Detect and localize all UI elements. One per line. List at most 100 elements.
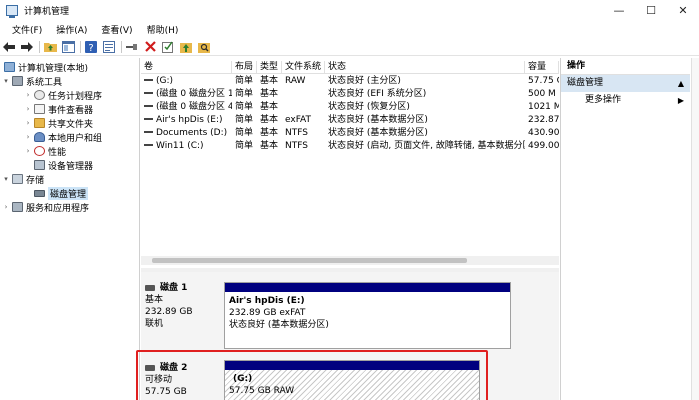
volume-row[interactable]: Air's hpDis (E:) 简单 基本 exFAT 状态良好 (基本数据分… — [141, 114, 559, 127]
connect-icon[interactable] — [125, 40, 139, 54]
submenu-arrow-icon: ▶ — [677, 96, 684, 105]
volume-icon — [144, 91, 153, 94]
volume-cell: Documents (D:) — [141, 127, 232, 140]
tree-item-event-viewer[interactable]: › 事件查看器 — [24, 102, 93, 116]
capacity-cell: 1021 M — [528, 102, 559, 112]
menu-file[interactable]: 文件(F) — [0, 23, 49, 36]
filesystem-cell: NTFS — [285, 141, 308, 151]
scrollbar-thumb[interactable] — [152, 258, 467, 263]
tree-item-label: 性能 — [48, 147, 67, 158]
column-header-filesystem[interactable]: 文件系统 — [282, 61, 325, 74]
collapse-chevron-icon[interactable]: ▾ — [2, 175, 10, 183]
volume-row[interactable]: (G:) 简单 基本 RAW 状态良好 (主分区) 57.75 G — [141, 75, 559, 88]
expand-chevron-icon[interactable]: › — [24, 147, 32, 155]
disk-size: 232.89 GB — [145, 307, 193, 317]
maximize-button[interactable]: ☐ — [635, 0, 667, 20]
volume-row[interactable]: (磁盘 0 磁盘分区 1) 简单 基本 状态良好 (EFI 系统分区) 500 … — [141, 88, 559, 101]
tree-item-storage[interactable]: ▾ 存储 — [2, 172, 44, 186]
actions-section-disk-management[interactable]: 磁盘管理 ▲ — [561, 75, 690, 92]
help-icon[interactable]: ? — [84, 40, 98, 54]
menu-view[interactable]: 查看(V) — [94, 23, 139, 36]
window-controls: — ☐ ✕ — [603, 0, 699, 20]
volume-cell: (磁盘 0 磁盘分区 4) — [141, 101, 232, 114]
tree-item-task-scheduler[interactable]: › 任务计划程序 — [24, 88, 102, 102]
disk-type: 基本 — [145, 295, 164, 305]
layout-cell: 简单 — [235, 102, 254, 112]
layout-cell: 简单 — [235, 115, 254, 125]
type-cell: 基本 — [260, 76, 279, 86]
volume-row[interactable]: Win11 (C:) 简单 基本 NTFS 状态良好 (启动, 页面文件, 故障… — [141, 140, 559, 153]
partition-header-bar — [225, 283, 510, 292]
column-header-status[interactable]: 状态 — [325, 61, 525, 74]
disk-1-info[interactable]: 磁盘 1 基本 232.89 GB 联机 — [145, 282, 221, 330]
volume-cell: Air's hpDis (E:) — [141, 114, 232, 127]
partition-status: 状态良好 (基本数据分区) — [229, 320, 329, 330]
minimize-button[interactable]: — — [603, 0, 635, 20]
expand-chevron-icon[interactable]: › — [24, 91, 32, 99]
folder-up-icon[interactable] — [43, 40, 57, 54]
tree-item-system-tools[interactable]: ▾ 系统工具 — [2, 74, 62, 88]
search-icon[interactable] — [197, 40, 211, 54]
shared-folder-icon — [34, 118, 45, 128]
filesystem-cell: NTFS — [285, 128, 308, 138]
expand-chevron-icon[interactable]: › — [24, 105, 32, 113]
collapse-up-icon[interactable]: ▲ — [678, 75, 684, 92]
back-arrow-icon[interactable] — [2, 40, 16, 54]
menu-help[interactable]: 帮助(H) — [140, 23, 186, 36]
layout-cell: 简单 — [235, 128, 254, 138]
tree-item-device-manager[interactable]: 设备管理器 — [24, 158, 93, 172]
volume-icon — [144, 130, 153, 133]
tree-item-label: 计算机管理(本地) — [18, 63, 89, 74]
tree-item-label: 本地用户和组 — [48, 133, 103, 144]
up-icon[interactable] — [179, 40, 193, 54]
tree-item-disk-management[interactable]: 磁盘管理 — [24, 186, 89, 200]
close-button[interactable]: ✕ — [667, 0, 699, 20]
tree-item-services-applications[interactable]: › 服务和应用程序 — [2, 200, 89, 214]
svg-text:?: ? — [88, 43, 93, 53]
delete-icon[interactable] — [143, 40, 157, 54]
tools-icon — [12, 76, 23, 86]
actions-pane: 操作 磁盘管理 ▲ 更多操作 ▶ — [560, 58, 690, 400]
tree-item-shared-folders[interactable]: › 共享文件夹 — [24, 116, 93, 130]
column-header-capacity[interactable]: 容量 — [525, 61, 559, 74]
show-tree-icon[interactable] — [61, 40, 75, 54]
capacity-cell: 499.00 — [528, 141, 559, 151]
device-manager-icon — [34, 160, 45, 170]
horizontal-scrollbar[interactable] — [141, 256, 559, 265]
expand-chevron-icon[interactable]: › — [2, 203, 10, 211]
volume-name: (磁盘 0 磁盘分区 4) — [156, 102, 232, 112]
more-actions-item[interactable]: 更多操作 ▶ — [561, 92, 690, 109]
task-scheduler-icon — [34, 90, 45, 100]
tree-item-label: 存储 — [26, 175, 45, 186]
volume-icon — [144, 78, 153, 81]
volume-icon — [144, 117, 153, 120]
expand-chevron-icon[interactable]: › — [24, 133, 32, 141]
collapse-chevron-icon[interactable]: ▾ — [2, 77, 10, 85]
column-header-volume[interactable]: 卷 — [141, 61, 232, 74]
volume-icon — [144, 104, 153, 107]
filesystem-cell — [282, 101, 325, 114]
tree-item-label: 任务计划程序 — [48, 91, 103, 102]
partition-e[interactable]: Air's hpDis (E:) 232.89 GB exFAT 状态良好 (基… — [224, 282, 511, 349]
tree-item-label: 事件查看器 — [48, 105, 94, 116]
computer-management-icon — [6, 4, 18, 18]
layout-cell: 简单 — [235, 76, 254, 86]
volume-row[interactable]: (磁盘 0 磁盘分区 4) 简单 基本 状态良好 (恢复分区) 1021 M — [141, 101, 559, 114]
expand-chevron-icon[interactable]: › — [24, 119, 32, 127]
window-title: 计算机管理 — [24, 6, 70, 17]
menu-action[interactable]: 操作(A) — [49, 23, 94, 36]
forward-arrow-icon[interactable] — [20, 40, 34, 54]
tree-item-local-users[interactable]: › 本地用户和组 — [24, 130, 102, 144]
status-cell: 状态良好 (启动, 页面文件, 故障转储, 基本数据分区) — [328, 141, 525, 151]
checkbox-icon[interactable] — [161, 40, 175, 54]
properties-icon[interactable] — [102, 40, 116, 54]
tree-item-computer-management[interactable]: 计算机管理(本地) — [2, 60, 88, 74]
column-header-layout[interactable]: 布局 — [232, 61, 257, 74]
navigation-tree: 计算机管理(本地) ▾ 系统工具 › 任务计划程序 › 事件查看器 › 共享文件… — [0, 58, 140, 400]
partition-size-fs: 232.89 GB exFAT — [229, 308, 306, 318]
volume-row[interactable]: Documents (D:) 简单 基本 NTFS 状态良好 (基本数据分区) … — [141, 127, 559, 140]
column-header-type[interactable]: 类型 — [257, 61, 282, 74]
tree-item-performance[interactable]: › 性能 — [24, 144, 66, 158]
volume-name: Air's hpDis (E:) — [156, 115, 223, 125]
actions-section-label: 磁盘管理 — [567, 78, 604, 88]
